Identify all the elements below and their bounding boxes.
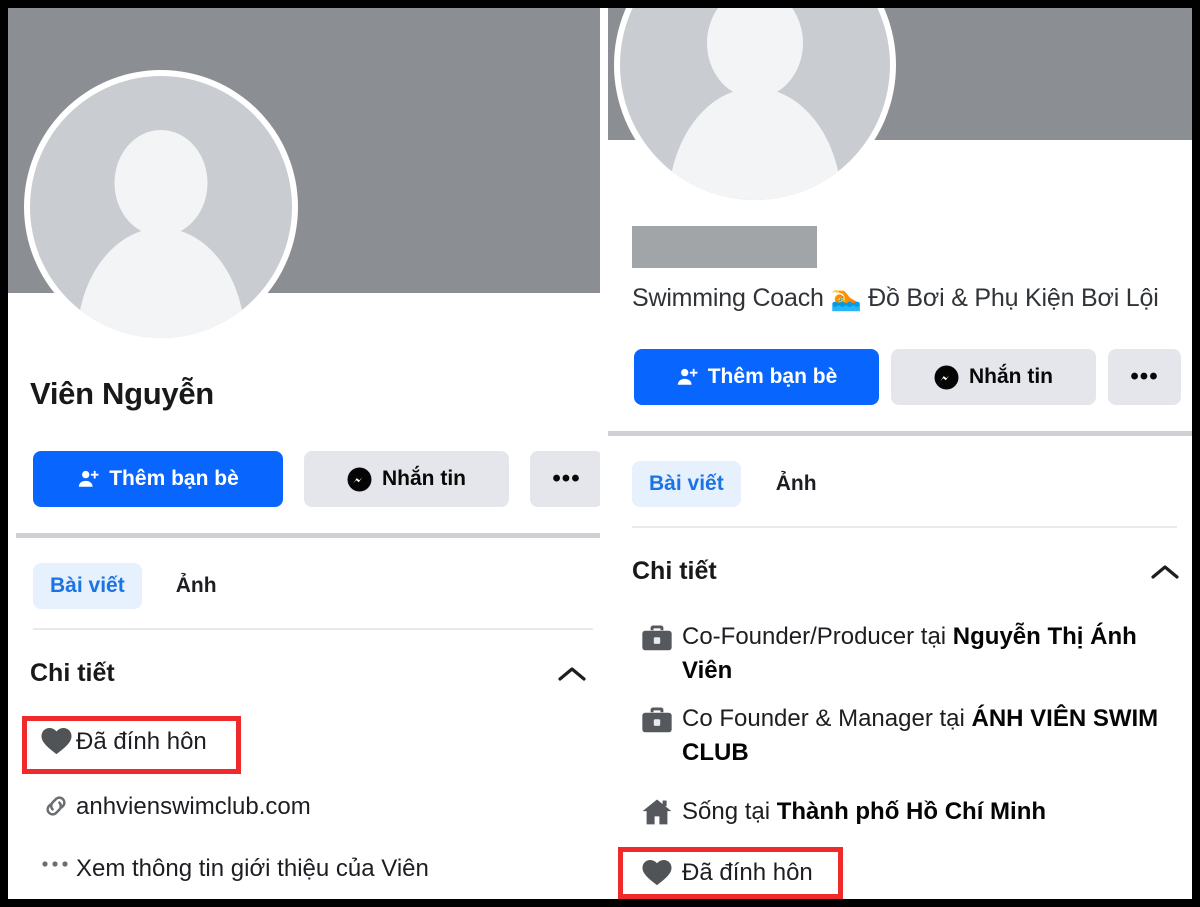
section-divider — [16, 533, 600, 538]
detail-row-location-text: Sống tại Thành phố Hồ Chí Minh — [682, 795, 1046, 829]
message-label: Nhắn tin — [969, 365, 1053, 389]
detail-row-location[interactable]: Sống tại Thành phố Hồ Chí Minh — [632, 795, 1187, 829]
detail-row-relationship-text: Đã đính hôn — [76, 726, 207, 758]
avatar-body-shape — [669, 88, 842, 200]
chevron-up-icon[interactable] — [556, 663, 588, 690]
message-button[interactable]: Nhắn tin — [891, 349, 1096, 405]
avatar-body-shape — [77, 228, 245, 338]
tab-anh-label: Ảnh — [776, 472, 817, 496]
detail-row-website[interactable]: anhvienswimclub.com — [36, 791, 576, 823]
panel-separator — [600, 8, 608, 899]
profile-tab-bar: Bài viết Ảnh — [33, 563, 234, 609]
left-profile-panel: Viên Nguyễn Thêm bạn bè — [8, 8, 600, 899]
message-label: Nhắn tin — [382, 467, 466, 491]
tab-bai-viet[interactable]: Bài viết — [632, 461, 741, 507]
briefcase-icon — [632, 702, 682, 735]
avatar-head-shape — [115, 130, 208, 236]
detail-row-work-1-text: Co-Founder/Producer tại Nguyễn Thị Ánh V… — [682, 620, 1187, 688]
profile-tab-bar: Bài viết Ảnh — [632, 461, 834, 507]
detail-row-work-2[interactable]: Co Founder & Manager tại ÁNH VIÊN SWIM C… — [632, 702, 1187, 770]
more-options-icon: ••• — [552, 465, 580, 493]
details-section-title: Chi tiết — [30, 659, 115, 688]
add-friend-label: Thêm bạn bè — [708, 365, 838, 389]
tab-underline-divider — [33, 628, 593, 630]
page-title: Viên Nguyễn — [30, 376, 214, 412]
default-avatar-icon[interactable] — [620, 8, 890, 200]
right-profile-panel: Swimming Coach 🏊 Đồ Bơi & Phụ Kiện Bơi L… — [608, 8, 1192, 899]
redacted-name-block — [632, 226, 817, 268]
ellipsis-icon — [36, 853, 76, 869]
tab-bai-viet-label: Bài viết — [50, 574, 125, 598]
add-friend-button[interactable]: Thêm bạn bè — [33, 451, 283, 507]
tab-anh[interactable]: Ảnh — [159, 563, 234, 609]
detail-row-website-text: anhvienswimclub.com — [76, 791, 311, 823]
detail-row-work-2-prefix: Co Founder & Manager tại — [682, 705, 972, 732]
message-button[interactable]: Nhắn tin — [304, 451, 509, 507]
tab-underline-divider — [632, 526, 1177, 528]
add-friend-icon — [676, 366, 698, 388]
detail-row-see-about-text: Xem thông tin giới thiệu của Viên — [76, 853, 429, 885]
detail-row-relationship[interactable]: Đã đính hôn — [36, 726, 576, 758]
chevron-up-icon[interactable] — [1149, 561, 1181, 588]
profile-action-bar: Thêm bạn bè Nhắn tin ••• — [33, 451, 600, 507]
detail-row-location-prefix: Sống tại — [682, 798, 777, 825]
messenger-icon — [347, 467, 372, 492]
more-options-button[interactable]: ••• — [530, 451, 600, 507]
more-options-button[interactable]: ••• — [1108, 349, 1181, 405]
detail-row-work-2-text: Co Founder & Manager tại ÁNH VIÊN SWIM C… — [682, 702, 1187, 770]
default-avatar-icon[interactable] — [30, 76, 292, 338]
detail-row-see-about[interactable]: Xem thông tin giới thiệu của Viên — [36, 853, 596, 885]
avatar-head-shape — [707, 8, 803, 98]
detail-row-relationship[interactable]: Đã đính hôn — [632, 856, 1187, 890]
tab-anh[interactable]: Ảnh — [759, 461, 834, 507]
profile-bio: Swimming Coach 🏊 Đồ Bơi & Phụ Kiện Bơi L… — [632, 284, 1159, 313]
messenger-icon — [934, 365, 959, 390]
more-options-icon: ••• — [1130, 363, 1158, 391]
tab-bai-viet[interactable]: Bài viết — [33, 563, 142, 609]
screenshot-canvas: Viên Nguyễn Thêm bạn bè — [8, 8, 1192, 899]
detail-row-work-1[interactable]: Co-Founder/Producer tại Nguyễn Thị Ánh V… — [632, 620, 1187, 688]
detail-row-relationship-text: Đã đính hôn — [682, 856, 813, 890]
heart-icon — [36, 726, 76, 756]
add-friend-button[interactable]: Thêm bạn bè — [634, 349, 879, 405]
tab-anh-label: Ảnh — [176, 574, 217, 598]
tab-bai-viet-label: Bài viết — [649, 472, 724, 496]
home-icon — [632, 795, 682, 827]
detail-row-work-1-prefix: Co-Founder/Producer tại — [682, 623, 953, 650]
detail-row-location-city: Thành phố Hồ Chí Minh — [777, 798, 1046, 825]
link-icon — [36, 791, 76, 821]
details-section-title: Chi tiết — [632, 557, 717, 586]
briefcase-icon — [632, 620, 682, 653]
profile-action-bar: Thêm bạn bè Nhắn tin ••• — [634, 349, 1181, 405]
section-divider — [608, 431, 1192, 436]
heart-icon — [632, 856, 682, 887]
add-friend-label: Thêm bạn bè — [109, 467, 239, 491]
add-friend-icon — [77, 468, 99, 490]
